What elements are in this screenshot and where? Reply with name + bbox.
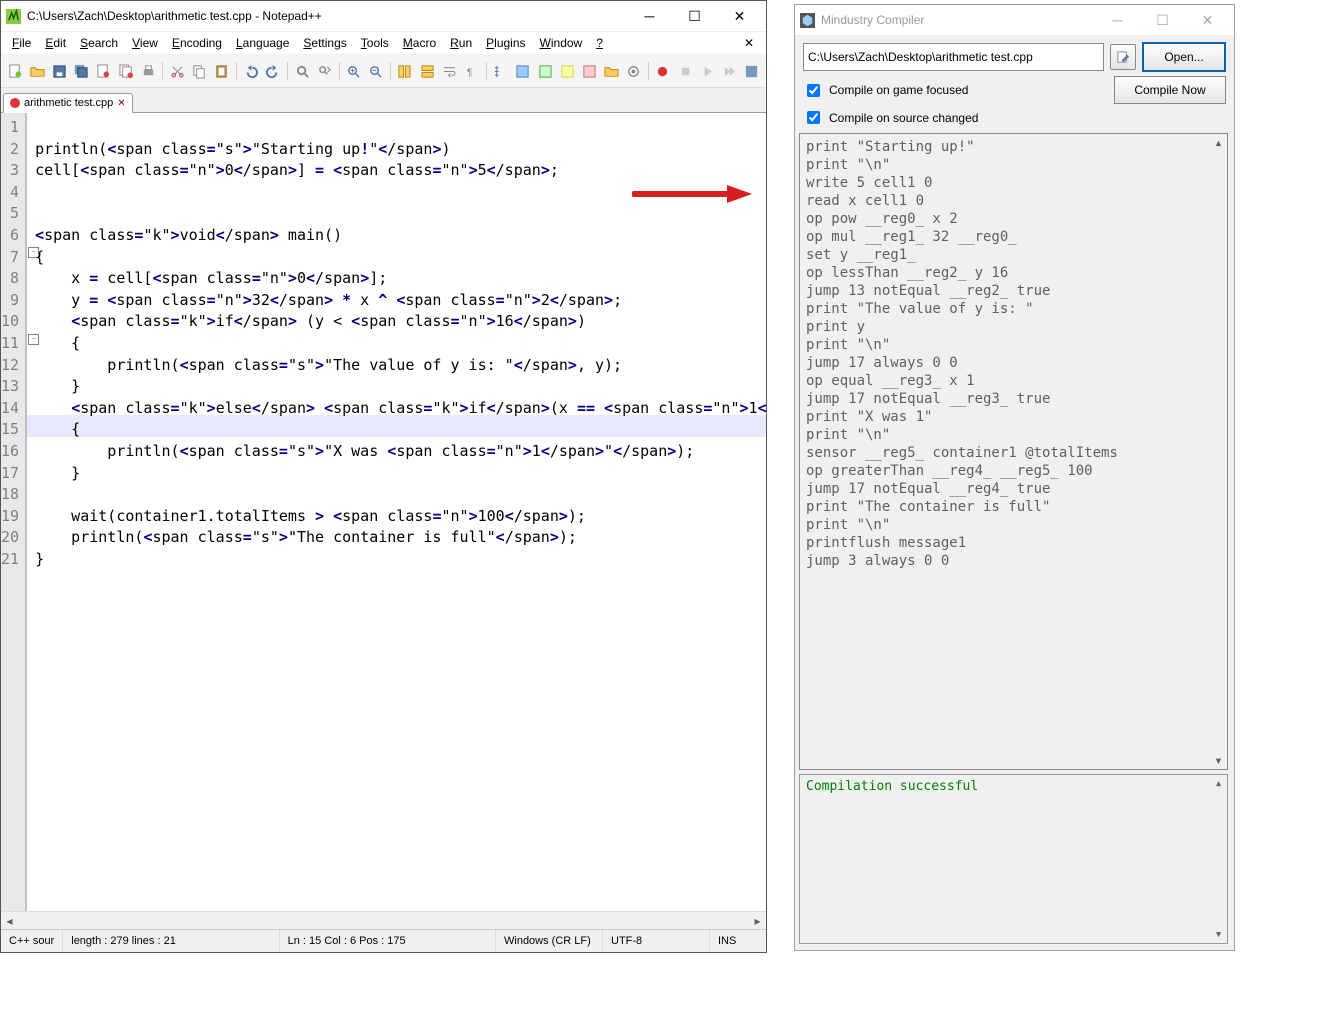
doc-list-icon[interactable] <box>557 60 577 82</box>
tab-label: arithmetic test.cpp <box>24 97 113 109</box>
cut-icon[interactable] <box>167 60 187 82</box>
copy-icon[interactable] <box>190 60 210 82</box>
paste-icon[interactable] <box>212 60 232 82</box>
stop-macro-icon[interactable] <box>675 60 695 82</box>
menu-item-plugins[interactable]: Plugins <box>479 34 532 52</box>
save-all-icon[interactable] <box>72 60 92 82</box>
mc-status-text: Compilation successful <box>806 779 978 794</box>
play-macro-icon[interactable] <box>697 60 717 82</box>
checkbox-label: Compile on game focused <box>829 83 968 97</box>
compile-game-focused-checkbox[interactable]: Compile on game focused <box>803 81 968 100</box>
mc-app-icon <box>799 12 815 28</box>
svg-text:¶: ¶ <box>467 67 473 78</box>
npp-app-icon <box>5 8 21 24</box>
npp-title: C:\Users\Zach\Desktop\arithmetic test.cp… <box>27 9 627 23</box>
mc-status-area: Compilation successful ▴ ▾ <box>799 774 1228 944</box>
monitor-icon[interactable] <box>624 60 644 82</box>
menu-item-run[interactable]: Run <box>443 34 479 52</box>
npp-titlebar[interactable]: C:\Users\Zach\Desktop\arithmetic test.cp… <box>1 1 766 32</box>
close-file-icon[interactable] <box>94 60 114 82</box>
menu-item-settings[interactable]: Settings <box>296 34 353 52</box>
scroll-up-icon[interactable]: ▴ <box>1210 134 1227 151</box>
mc-close-button[interactable]: ✕ <box>1185 6 1230 34</box>
sync-h-icon[interactable] <box>417 60 437 82</box>
indent-guide-icon[interactable] <box>491 60 511 82</box>
unsaved-indicator-icon <box>10 98 20 108</box>
scroll-up-icon[interactable]: ▴ <box>1210 775 1227 792</box>
npp-menubar: FileEditSearchViewEncodingLanguageSettin… <box>1 32 766 55</box>
menubar-close-icon[interactable]: ✕ <box>736 36 762 50</box>
vertical-scrollbar[interactable]: ▴ ▾ <box>1210 134 1227 769</box>
redo-icon[interactable] <box>263 60 283 82</box>
status-language: C++ sour <box>1 930 63 952</box>
notepad-plus-plus-window: C:\Users\Zach\Desktop\arithmetic test.cp… <box>0 0 767 953</box>
undo-icon[interactable] <box>241 60 261 82</box>
menu-item-tools[interactable]: Tools <box>354 34 396 52</box>
wrap-icon[interactable] <box>439 60 459 82</box>
compile-source-changed-checkbox[interactable]: Compile on source changed <box>803 108 1226 127</box>
npp-tab-active[interactable]: arithmetic test.cpp ✕ <box>3 93 133 113</box>
record-macro-icon[interactable] <box>653 60 673 82</box>
sync-v-icon[interactable] <box>395 60 415 82</box>
menu-item-view[interactable]: View <box>125 34 165 52</box>
red-arrow-annotation <box>632 183 754 205</box>
close-all-icon[interactable] <box>116 60 136 82</box>
zoom-in-icon[interactable] <box>343 60 363 82</box>
horizontal-scrollbar[interactable]: ◂ ▸ <box>1 911 766 929</box>
mc-titlebar[interactable]: Mindustry Compiler ─ ☐ ✕ <box>795 5 1234 36</box>
menu-item-file[interactable]: File <box>5 34 38 52</box>
edit-source-icon[interactable] <box>1110 44 1136 70</box>
status-length: length : 279 lines : 21 <box>63 930 279 952</box>
npp-maximize-button[interactable]: ☐ <box>672 2 717 30</box>
checkbox-label: Compile on source changed <box>829 111 978 125</box>
line-number-gutter: 123456789101112131415161718192021 <box>1 113 26 911</box>
scroll-left-icon[interactable]: ◂ <box>1 912 18 929</box>
npp-close-button[interactable]: ✕ <box>717 2 762 30</box>
func-list-icon[interactable] <box>579 60 599 82</box>
npp-editor[interactable]: 123456789101112131415161718192021 − − − … <box>1 113 766 911</box>
print-icon[interactable] <box>138 60 158 82</box>
mc-maximize-button[interactable]: ☐ <box>1140 6 1185 34</box>
open-file-icon[interactable] <box>27 60 47 82</box>
find-icon[interactable] <box>292 60 312 82</box>
show-all-chars-icon[interactable]: ¶ <box>461 60 481 82</box>
save-icon[interactable] <box>49 60 69 82</box>
npp-tabbar: arithmetic test.cpp ✕ <box>1 88 766 113</box>
menu-item-encoding[interactable]: Encoding <box>165 34 229 52</box>
menu-item-?[interactable]: ? <box>589 34 610 52</box>
scroll-right-icon[interactable]: ▸ <box>749 912 766 929</box>
new-file-icon[interactable] <box>5 60 25 82</box>
menu-item-language[interactable]: Language <box>229 34 296 52</box>
npp-statusbar: C++ sour length : 279 lines : 21 Ln : 15… <box>1 929 766 952</box>
menu-item-window[interactable]: Window <box>533 34 590 52</box>
lang-icon[interactable] <box>513 60 533 82</box>
open-button[interactable]: Open... <box>1142 42 1226 72</box>
mc-title: Mindustry Compiler <box>821 13 1095 27</box>
menu-item-macro[interactable]: Macro <box>396 34 443 52</box>
menu-item-edit[interactable]: Edit <box>38 34 73 52</box>
scroll-down-icon[interactable]: ▾ <box>1210 926 1227 943</box>
vertical-scrollbar[interactable]: ▴ ▾ <box>1210 775 1227 943</box>
npp-toolbar: ¶ <box>1 55 766 88</box>
mc-path-input[interactable] <box>803 43 1104 71</box>
mindustry-compiler-window: Mindustry Compiler ─ ☐ ✕ Open... Compile… <box>794 4 1235 951</box>
status-encoding: UTF-8 <box>603 930 710 952</box>
scroll-down-icon[interactable]: ▾ <box>1210 752 1227 769</box>
save-macro-icon[interactable] <box>742 60 762 82</box>
tab-close-icon[interactable]: ✕ <box>117 98 125 109</box>
npp-minimize-button[interactable]: ─ <box>627 2 672 30</box>
mc-output-area[interactable]: print "Starting up!" print "\n" write 5 … <box>799 133 1228 770</box>
status-insert-mode: INS <box>710 930 766 952</box>
mc-minimize-button[interactable]: ─ <box>1095 6 1140 34</box>
play-multi-icon[interactable] <box>719 60 739 82</box>
status-eol: Windows (CR LF) <box>496 930 603 952</box>
doc-map-icon[interactable] <box>535 60 555 82</box>
folder-icon[interactable] <box>602 60 622 82</box>
status-position: Ln : 15 Col : 6 Pos : 175 <box>280 930 496 952</box>
zoom-out-icon[interactable] <box>366 60 386 82</box>
compile-now-button[interactable]: Compile Now <box>1114 76 1226 104</box>
replace-icon[interactable] <box>314 60 334 82</box>
menu-item-search[interactable]: Search <box>73 34 125 52</box>
code-area[interactable]: println(<span class="s">"Starting up!"</… <box>27 113 766 911</box>
